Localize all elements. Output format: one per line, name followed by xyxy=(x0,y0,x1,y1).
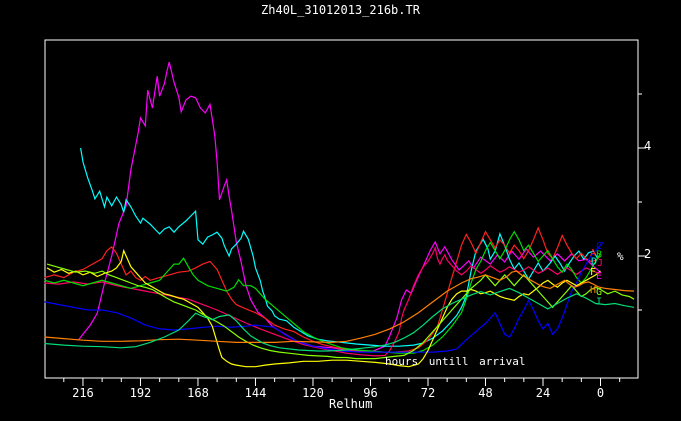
x-tick-label: 168 xyxy=(187,386,209,400)
plot-window: Zh40L_31012013_216b.TR 216 192 168 144 120 96… xyxy=(0,0,681,421)
x-tick-label: 24 xyxy=(536,386,550,400)
x-tick-label: 48 xyxy=(478,386,492,400)
hours-annotation: hours untill arrival xyxy=(385,355,526,368)
x-tick-label: 216 xyxy=(72,386,94,400)
series-end-letter-E: E xyxy=(596,271,602,282)
series-line-A xyxy=(44,226,601,353)
series-end-letter-I: I xyxy=(596,296,602,307)
plot-svg: 216 192 168 144 120 96 72 48 24 042CA BD JF EH GI xyxy=(44,39,651,400)
series-line-G xyxy=(46,263,635,360)
right-axis-unit-label: % xyxy=(617,250,624,263)
x-tick-label: 72 xyxy=(421,386,435,400)
x-tick-label: 0 xyxy=(597,386,604,400)
x-axis-label: Relhum xyxy=(329,397,373,411)
x-tick-label: 192 xyxy=(130,386,152,400)
y-tick-label: 4 xyxy=(644,139,651,153)
series-line-E xyxy=(77,61,601,353)
x-tick-label: 120 xyxy=(302,386,324,400)
series-end-letter-J: J xyxy=(597,258,603,269)
y-tick-label: 2 xyxy=(644,247,651,261)
x-tick-label: 144 xyxy=(245,386,267,400)
